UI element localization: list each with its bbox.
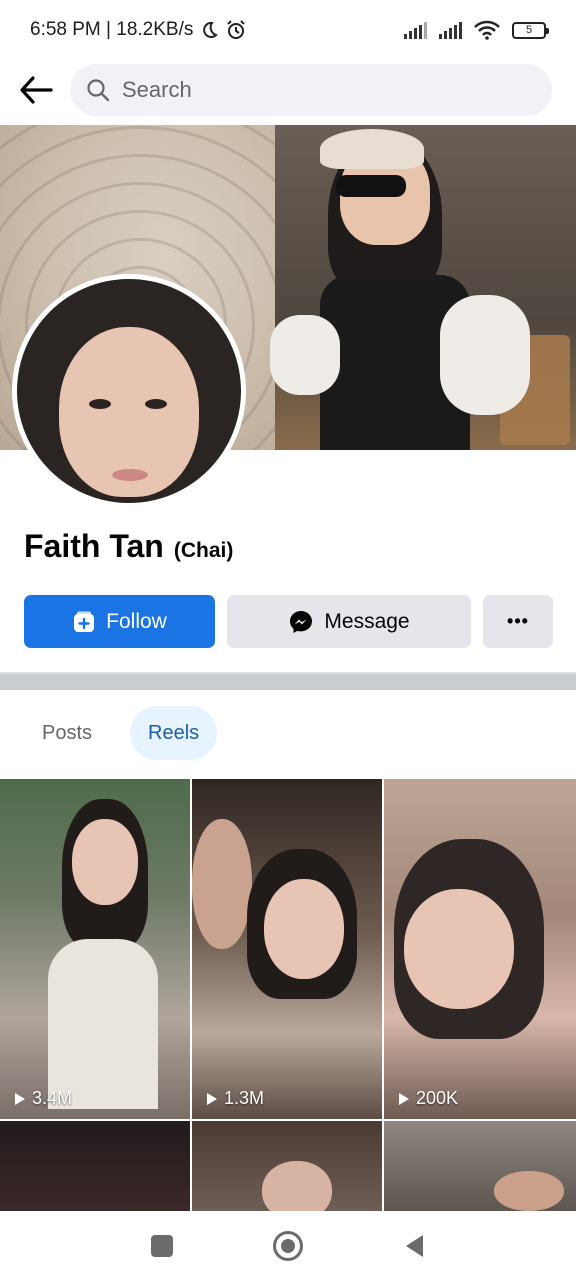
- more-icon: •••: [507, 611, 529, 631]
- messenger-icon: [290, 610, 313, 633]
- profile-avatar[interactable]: [12, 274, 246, 508]
- reel-views: 1.3M: [206, 1088, 264, 1109]
- arrow-left-icon: [20, 76, 53, 104]
- profile-name-row: Faith Tan (Chai): [24, 528, 233, 565]
- moon-icon: [203, 21, 219, 38]
- reel-thumbnail-face: [264, 879, 344, 979]
- battery-icon: 5: [512, 21, 549, 39]
- profile-actions: Follow Message •••: [24, 595, 553, 648]
- play-icon: [207, 1092, 217, 1105]
- avatar-eye-right: [145, 399, 167, 409]
- status-bar: 6:58 PM | 18.2KB/s 5: [0, 0, 576, 60]
- top-nav: Search: [0, 60, 576, 120]
- tab-reels[interactable]: Reels: [130, 706, 218, 760]
- signal-icon: [404, 21, 427, 39]
- search-input[interactable]: Search: [70, 64, 552, 116]
- home-dot-icon: [281, 1239, 295, 1253]
- system-nav-bar: [0, 1212, 576, 1280]
- play-icon: [15, 1092, 25, 1105]
- more-options-button[interactable]: •••: [483, 595, 553, 648]
- reel-thumbnail-top: [48, 939, 158, 1109]
- tab-posts[interactable]: Posts: [24, 706, 110, 760]
- search-placeholder: Search: [122, 77, 192, 102]
- signal-icon-2: [439, 21, 462, 39]
- cover-person-sunglasses: [336, 175, 406, 197]
- profile-tabs: Posts Reels: [24, 706, 218, 760]
- follow-button[interactable]: Follow: [24, 595, 215, 648]
- cover-person-sleeve-left: [270, 315, 340, 395]
- reel-tile[interactable]: 3.4M: [0, 779, 190, 1119]
- status-time: 6:58 PM | 18.2KB/s: [30, 19, 194, 40]
- reel-views: 3.4M: [14, 1088, 72, 1109]
- section-divider: [0, 672, 576, 690]
- reel-thumbnail-hand: [494, 1171, 564, 1211]
- message-button[interactable]: Message: [227, 595, 471, 648]
- wifi-icon: [474, 20, 500, 40]
- play-icon: [399, 1092, 409, 1105]
- reel-views: 200K: [398, 1088, 458, 1109]
- reel-tile[interactable]: 200K: [384, 779, 576, 1119]
- reel-view-count: 1.3M: [224, 1088, 265, 1108]
- cover-person-hat: [320, 129, 424, 169]
- reel-view-count: 3.4M: [32, 1088, 73, 1108]
- cover-person-sleeve-right: [440, 295, 530, 415]
- avatar-lips: [112, 469, 148, 481]
- follow-label: Follow: [106, 609, 167, 633]
- back-button[interactable]: [16, 70, 56, 110]
- reel-tile[interactable]: [192, 1121, 382, 1211]
- follow-icon: [74, 611, 95, 632]
- alarm-icon: [227, 20, 246, 39]
- home-button[interactable]: [273, 1231, 303, 1261]
- status-left: 6:58 PM | 18.2KB/s: [30, 19, 247, 41]
- avatar-eye-left: [89, 399, 111, 409]
- status-right: 5: [404, 20, 549, 40]
- reel-view-count: 200K: [416, 1088, 459, 1108]
- reel-thumbnail-face: [404, 889, 514, 1009]
- reel-tile[interactable]: [0, 1121, 190, 1211]
- reel-tile[interactable]: [384, 1121, 576, 1211]
- reels-grid: 3.4M 1.3M 200K: [0, 779, 576, 1211]
- search-icon: [87, 79, 110, 102]
- profile-nickname: (Chai): [173, 539, 234, 562]
- reel-thumbnail-face: [72, 819, 138, 905]
- message-label: Message: [324, 609, 410, 633]
- reel-thumbnail-face-2: [192, 819, 252, 949]
- avatar-photo: [17, 279, 241, 503]
- profile-name: Faith Tan: [24, 528, 164, 564]
- reel-tile[interactable]: 1.3M: [192, 779, 382, 1119]
- reel-thumbnail-face: [262, 1161, 332, 1211]
- cover-person: [270, 129, 530, 450]
- recents-button[interactable]: [151, 1235, 173, 1257]
- back-triangle-icon[interactable]: [403, 1233, 425, 1259]
